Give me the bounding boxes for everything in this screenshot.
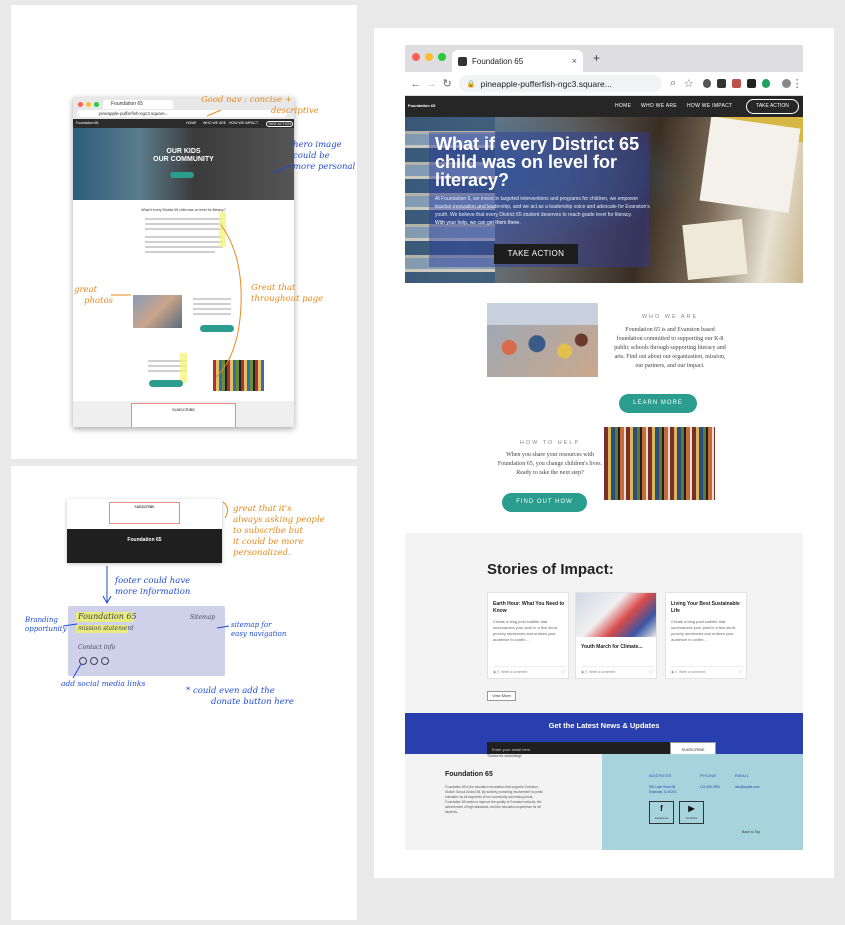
extension-icon[interactable] [732, 79, 741, 88]
phone-heading: PHONE [700, 773, 717, 778]
nav-home[interactable]: HOME [615, 103, 631, 109]
comment-link[interactable]: Write a comment [679, 670, 705, 674]
hero-title: What if every District 65 child was on l… [435, 134, 640, 190]
find-out-how-button[interactable]: FIND OUT HOW [502, 493, 587, 512]
help-text: When you share your resources with Found… [497, 452, 603, 476]
new-tab-button[interactable]: + [593, 51, 600, 65]
back-to-top-link[interactable]: Back to Top [742, 830, 760, 834]
youtube-label: YouTube [685, 816, 698, 820]
bookmark-star-icon[interactable]: ☆ [681, 77, 697, 90]
annotation-arrows [62, 501, 230, 679]
view-count: 0 [675, 670, 677, 674]
card-image [576, 593, 656, 637]
annotation-arrows [111, 109, 292, 378]
profile-avatar-icon[interactable] [782, 79, 792, 88]
hero-paper-image [699, 117, 801, 213]
hero-body-emphasis: With your help, we can get them there. [435, 220, 521, 226]
card-title: Living Your Best Sustainable Life [671, 601, 740, 614]
youtube-link[interactable]: ▶ YouTube [679, 801, 704, 824]
hero-section: What if every District 65 child was on l… [405, 117, 803, 283]
top-left-sketch-panel: Foundation 65 pineapple-pufferfish-ngc3.… [11, 5, 357, 459]
comment-link[interactable]: Write a comment [501, 670, 527, 674]
extension-icon[interactable] [746, 79, 756, 88]
bottom-left-sketch-panel: SUBSCRIBE Foundation 65 great that it's … [11, 466, 357, 920]
newsletter-thanks: Thanks for submitting! [487, 754, 522, 758]
card-text: Create a blog post subtitle that summari… [493, 619, 559, 642]
lock-icon: 🔒 [466, 80, 476, 88]
browser-window: Foundation 65 × + ← → ↻ 🔒 pineapple-puff… [405, 45, 803, 850]
menu-kebab-icon[interactable]: ⋮ [791, 77, 803, 90]
view-count: 0 [497, 670, 499, 674]
browser-toolbar: ← → ↻ 🔒 pineapple-pufferfish-ngc3.square… [405, 72, 803, 96]
view-count: 0 [585, 670, 587, 674]
forward-arrow-icon[interactable]: → [424, 78, 440, 90]
story-card[interactable]: Earth Hour: What You Need to Know Create… [487, 592, 569, 679]
hero-text: At Foundation 5, we invest in targeted i… [435, 195, 650, 227]
heart-icon[interactable]: ♡ [561, 670, 565, 676]
tab-title: Foundation 65 [472, 56, 524, 66]
site-header: Foundation 65 HOME WHO WE ARE HOW WE IMP… [405, 96, 803, 117]
card-footer: ◉ 0 Write a comment ♡ [581, 666, 653, 676]
extension-icon[interactable] [717, 79, 727, 88]
back-arrow-icon[interactable]: ← [408, 78, 424, 90]
email-heading: EMAIL [735, 773, 750, 778]
hero-body: At Foundation 5, we invest in targeted i… [435, 196, 650, 218]
window-controls [412, 53, 446, 61]
card-title: Youth March for Climate... [581, 644, 643, 650]
favicon-icon [458, 56, 467, 66]
learn-more-button[interactable]: LEARN MORE [619, 394, 697, 413]
facebook-link[interactable]: f Facebook [649, 801, 674, 824]
who-heading: WHO WE ARE [641, 314, 699, 320]
grammarly-icon[interactable] [761, 79, 771, 88]
address-value: 500 Lake Shore Bl. Evanston, IL 60201 [649, 785, 677, 794]
address-bar[interactable]: 🔒 pineapple-pufferfish-ngc3.square... [458, 75, 663, 92]
help-heading: HOW TO HELP [519, 440, 581, 446]
extension-icon[interactable] [702, 79, 712, 88]
email-value: info@mysite.com [735, 785, 760, 789]
story-card[interactable]: Youth March for Climate... ◉ 0 Write a c… [575, 592, 657, 679]
content-section: WHO WE ARE Foundation 65 is and Evanston… [405, 283, 803, 533]
nav-take-action-button[interactable]: TAKE ACTION [746, 99, 799, 114]
facebook-icon: f [660, 804, 663, 813]
facebook-label: Facebook [654, 816, 669, 820]
footer-text: Foundation 65 is the education foundatio… [445, 785, 543, 814]
search-icon[interactable]: ⌕ [665, 77, 681, 90]
heart-icon[interactable]: ♡ [649, 670, 653, 676]
newsletter-form: Enter your email here SUBSCRIBE [405, 713, 803, 758]
card-text: Create a blog post subtitle that summari… [671, 619, 737, 642]
phone-value: 123-456-7890 [700, 785, 720, 789]
url-text: pineapple-pufferfish-ngc3.square... [480, 78, 612, 89]
minimize-window-icon[interactable] [425, 53, 433, 61]
right-screenshot-panel: Foundation 65 × + ← → ↻ 🔒 pineapple-puff… [374, 28, 834, 878]
stories-title: Stories of Impact: [487, 561, 614, 578]
view-more-button[interactable]: View More [487, 691, 516, 701]
youtube-icon: ▶ [688, 804, 695, 813]
footer-right: ADDRESS 500 Lake Shore Bl. Evanston, IL … [602, 754, 803, 850]
heart-icon[interactable]: ♡ [739, 670, 743, 676]
address-heading: ADDRESS [649, 773, 672, 778]
card-title: Earth Hour: What You Need to Know [493, 601, 565, 614]
take-action-button[interactable]: TAKE ACTION [494, 244, 578, 264]
maximize-window-icon[interactable] [438, 53, 446, 61]
browser-tabbar: Foundation 65 × + [405, 45, 803, 72]
footer-left: Thanks for submitting! Foundation 65 Fou… [405, 754, 602, 850]
nav-how-we-impact[interactable]: HOW WE IMPACT [687, 103, 732, 109]
close-tab-icon[interactable]: × [572, 56, 577, 66]
card-footer: ◉ 0 Write a comment ♡ [493, 666, 565, 676]
card-footer: ◉ 0 Write a comment ♡ [671, 666, 743, 676]
who-text: Foundation 65 is and Evanston based foun… [614, 327, 726, 369]
close-window-icon[interactable] [412, 53, 420, 61]
site-logo[interactable]: Foundation 65 [408, 103, 435, 108]
bookshelf-photo [604, 427, 715, 500]
story-card[interactable]: Living Your Best Sustainable Life Create… [665, 592, 747, 679]
stories-section: Stories of Impact: Earth Hour: What You … [405, 533, 803, 713]
hero-book-image [682, 219, 748, 280]
footer-title: Foundation 65 [445, 771, 493, 778]
nav-who-we-are[interactable]: WHO WE ARE [641, 103, 677, 109]
classroom-photo [487, 303, 598, 377]
reload-icon[interactable]: ↻ [439, 77, 455, 90]
browser-tab[interactable]: Foundation 65 × [452, 50, 583, 72]
comment-link[interactable]: Write a comment [589, 670, 615, 674]
